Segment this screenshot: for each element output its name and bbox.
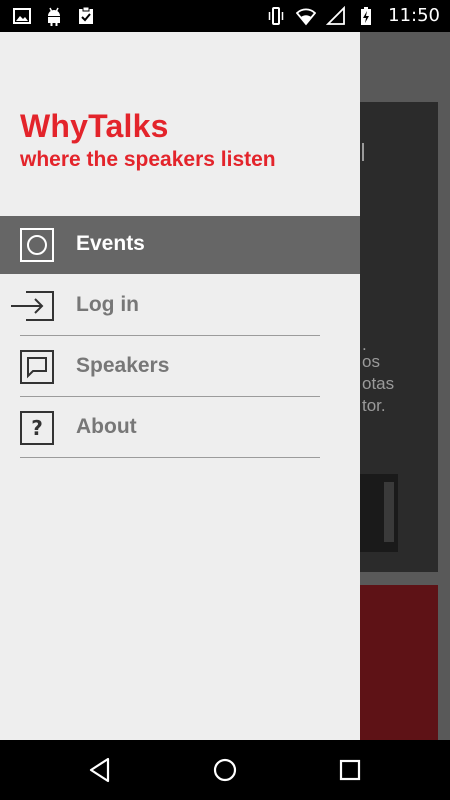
drawer-item-about[interactable]: ? About xyxy=(0,399,360,457)
drawer-item-events[interactable]: Events xyxy=(0,216,360,274)
battery-charging-icon xyxy=(361,6,372,25)
no-signal-icon xyxy=(326,5,346,25)
drawer-item-login[interactable]: Log in xyxy=(0,277,360,335)
speech-bubble-icon xyxy=(20,350,54,384)
drawer-item-label: Speakers xyxy=(76,354,170,377)
drawer-item-speakers[interactable]: Speakers xyxy=(0,338,360,396)
divider xyxy=(20,457,320,458)
background-text: otas xyxy=(362,374,395,393)
status-bar: 11:50 xyxy=(0,0,450,32)
android-icon xyxy=(48,7,60,26)
drawer-item-label: Events xyxy=(76,232,145,255)
system-nav-bar xyxy=(0,740,450,800)
recents-icon[interactable] xyxy=(336,756,364,784)
brand-subtitle: where the speakers listen xyxy=(20,148,276,171)
divider xyxy=(20,335,320,336)
brand-title: WhyTalks xyxy=(20,108,169,144)
login-arrow-icon xyxy=(11,291,54,321)
background-card-marker xyxy=(362,143,364,161)
navigation-drawer: WhyTalks where the speakers listen Event… xyxy=(0,32,360,740)
svg-text:?: ? xyxy=(31,416,43,440)
divider xyxy=(20,396,320,397)
question-box-icon: ? xyxy=(20,411,54,445)
background-text: tor. xyxy=(362,396,386,415)
clipboard-check-icon xyxy=(79,6,93,24)
status-time: 11:50 xyxy=(388,5,440,26)
background-image xyxy=(358,474,398,552)
drawer-item-label: About xyxy=(76,415,137,438)
background-card-red xyxy=(358,585,438,740)
drawer-item-label: Log in xyxy=(76,293,139,316)
circle-square-icon xyxy=(20,228,54,262)
image-icon xyxy=(13,8,31,24)
background-text: os xyxy=(362,352,380,371)
home-icon[interactable] xyxy=(211,756,239,784)
vibrate-icon xyxy=(268,6,284,25)
wifi-icon xyxy=(296,8,317,25)
back-icon[interactable] xyxy=(86,756,114,784)
